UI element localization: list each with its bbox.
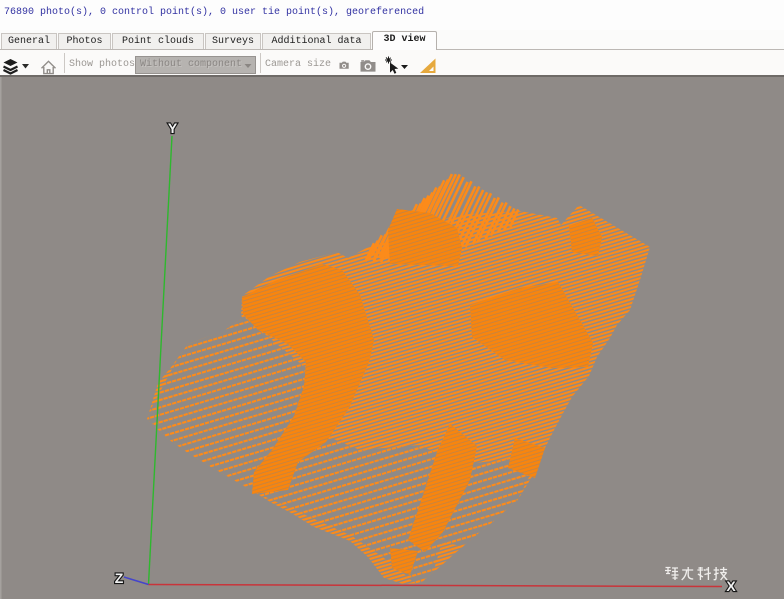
svg-text:Y: Y: [168, 120, 178, 136]
svg-text:X: X: [726, 578, 736, 594]
svg-text:Z: Z: [115, 570, 124, 586]
